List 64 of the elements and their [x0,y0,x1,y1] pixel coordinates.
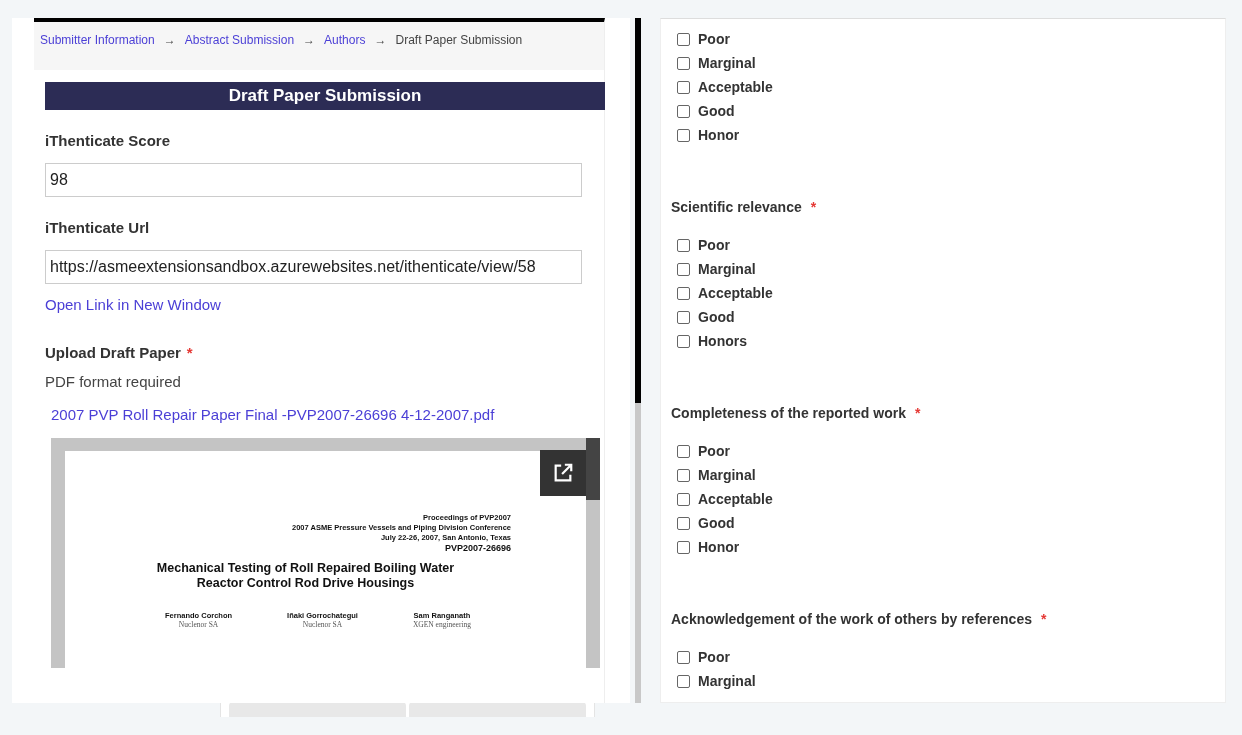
required-mark: * [1041,611,1047,627]
checkbox[interactable] [677,650,690,664]
pdf-title-line: Reactor Control Rod Drive Housings [195,576,416,591]
section-header: Draft Paper Submission [45,82,605,110]
option-label: Acceptable [698,79,773,95]
breadcrumb-separator: → [303,33,316,49]
option-label: Good [698,309,735,325]
checkbox[interactable] [677,286,690,300]
checkbox[interactable] [677,128,690,142]
scrollbar-thumb[interactable] [586,438,600,500]
checkbox[interactable] [677,310,690,324]
option-label: Poor [698,237,730,253]
option-label: Marginal [698,261,756,277]
checkbox[interactable] [677,104,690,118]
field-label: Upload Draft Paper * [45,344,194,361]
question-title: Completeness of the reported work [671,405,906,421]
breadcrumb-separator: → [163,33,176,49]
hint-text: PDF format required [45,373,182,390]
checkbox[interactable] [677,444,690,458]
breadcrumb-separator: → [374,33,387,49]
breadcrumb-link[interactable]: Submitter Information [40,33,155,70]
field-label: iThenticate Score [45,132,172,149]
file-link[interactable]: 2007 PVP Roll Repair Paper Final -PVP2007-26696 4-12-2007.pdf [51,406,495,423]
checkbox[interactable] [677,540,690,554]
required-mark: * [186,344,193,361]
option-label: Good [698,515,735,531]
checkbox[interactable] [677,334,690,348]
open-external-button[interactable] [540,450,586,496]
open-external-icon [552,462,574,484]
checkbox[interactable] [677,32,690,46]
pdf-title-line: Mechanical Testing of Roll Repaired Boiling Water [155,561,456,576]
breadcrumb-link[interactable]: Authors [324,33,366,70]
question-title: Acknowledgement of the work of others by references [671,611,1032,627]
input-field[interactable]: https://asmeextensionsandbox.azurewebsites.net/ithenticate/view/58 [45,250,582,284]
question-title: Scientific relevance [671,199,802,215]
checkbox[interactable] [677,492,690,506]
option-label: Marginal [698,55,756,71]
option-label: Honor [698,539,740,555]
required-mark: * [914,405,921,421]
option-label: Acceptable [698,285,773,301]
option-label: Marginal [698,673,756,689]
checkbox[interactable] [677,80,690,94]
option-label: Good [698,103,735,119]
option-label: Marginal [698,467,756,483]
option-label: Acceptable [698,491,773,507]
option-label: Honor [698,127,740,143]
checkbox[interactable] [677,674,690,688]
checkbox[interactable] [677,238,690,252]
option-label: Poor [698,31,730,47]
input-field[interactable]: 98 [45,163,582,197]
option-label: Poor [698,649,730,665]
breadcrumb-current: Draft Paper Submission [395,33,523,49]
required-mark: * [810,199,817,215]
option-label: Honors [698,333,747,349]
checkbox[interactable] [677,468,690,482]
pdf-header-line: PVP2007-26696 [443,543,511,553]
option-label: Poor [698,443,730,459]
scrollbar-thumb[interactable] [635,18,641,403]
breadcrumb-link[interactable]: Abstract Submission [184,33,295,70]
checkbox[interactable] [677,262,690,276]
field-label: iThenticate Url [45,219,151,236]
checkbox[interactable] [677,56,690,70]
checkbox[interactable] [677,516,690,530]
open-link[interactable]: Open Link in New Window [45,296,221,313]
